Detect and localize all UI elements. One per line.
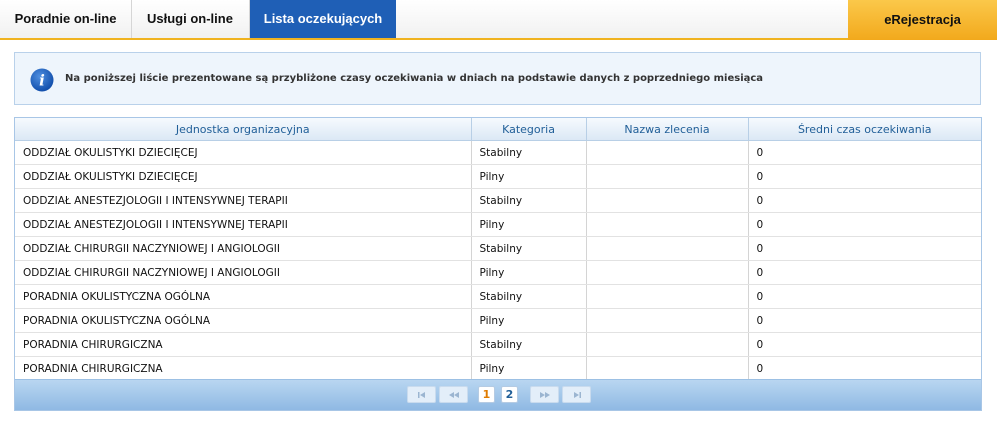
- table-row[interactable]: PORADNIA CHIRURGICZNA Pilny 0: [15, 356, 981, 381]
- cell-unit: ODDZIAŁ CHIRURGII NACZYNIOWEJ I ANGIOLOG…: [15, 260, 472, 285]
- column-header-avg-wait[interactable]: Średni czas oczekiwania: [748, 118, 981, 141]
- table-row[interactable]: ODDZIAŁ OKULISTYKI DZIECIĘCEJ Pilny 0: [15, 164, 981, 189]
- cell-unit: PORADNIA OKULISTYCZNA OGÓLNA: [15, 308, 472, 333]
- table-row[interactable]: ODDZIAŁ OKULISTYKI DZIECIĘCEJ Stabilny 0: [15, 140, 981, 165]
- cell-order-name: [586, 236, 749, 261]
- eregistration-button[interactable]: eRejestracja: [848, 0, 997, 40]
- waiting-list-table: Jednostka organizacyjna Kategoria Nazwa …: [15, 118, 981, 381]
- cell-category: Stabilny: [471, 332, 587, 357]
- cell-avg-wait: 0: [748, 212, 981, 237]
- cell-unit: ODDZIAŁ CHIRURGII NACZYNIOWEJ I ANGIOLOG…: [15, 236, 472, 261]
- cell-category: Pilny: [471, 308, 587, 333]
- page-1-button[interactable]: 1: [478, 386, 495, 403]
- tab-uslugi-online[interactable]: Usługi on-line: [131, 0, 250, 38]
- cell-category: Stabilny: [471, 236, 587, 261]
- waiting-list-grid: Jednostka organizacyjna Kategoria Nazwa …: [14, 117, 982, 411]
- cell-order-name: [586, 332, 749, 357]
- cell-avg-wait: 0: [748, 260, 981, 285]
- first-page-icon: [417, 392, 425, 398]
- column-header-category[interactable]: Kategoria: [471, 118, 587, 141]
- cell-category: Stabilny: [471, 284, 587, 309]
- cell-order-name: [586, 284, 749, 309]
- cell-unit: PORADNIA CHIRURGICZNA: [15, 356, 472, 381]
- cell-avg-wait: 0: [748, 188, 981, 213]
- table-row[interactable]: PORADNIA OKULISTYCZNA OGÓLNA Pilny 0: [15, 308, 981, 333]
- cell-unit: PORADNIA CHIRURGICZNA: [15, 332, 472, 357]
- cell-order-name: [586, 140, 749, 165]
- table-row[interactable]: PORADNIA OKULISTYCZNA OGÓLNA Stabilny 0: [15, 284, 981, 309]
- tab-poradnie-online[interactable]: Poradnie on-line: [0, 0, 132, 38]
- page-2-button[interactable]: 2: [501, 386, 518, 403]
- cell-order-name: [586, 188, 749, 213]
- tab-bar: Poradnie on-line Usługi on-line Lista oc…: [0, 0, 997, 40]
- cell-unit: ODDZIAŁ ANESTEZJOLOGII I INTENSYWNEJ TER…: [15, 188, 472, 213]
- cell-category: Pilny: [471, 164, 587, 189]
- cell-unit: PORADNIA OKULISTYCZNA OGÓLNA: [15, 284, 472, 309]
- prev-page-button[interactable]: [439, 386, 468, 403]
- svg-text:i: i: [39, 72, 45, 90]
- cell-order-name: [586, 260, 749, 285]
- info-box: i Na poniższej liście prezentowane są pr…: [14, 52, 981, 105]
- cell-order-name: [586, 308, 749, 333]
- tab-lista-oczekujacych[interactable]: Lista oczekujących: [250, 0, 396, 38]
- cell-avg-wait: 0: [748, 140, 981, 165]
- table-row[interactable]: PORADNIA CHIRURGICZNA Stabilny 0: [15, 332, 981, 357]
- pager: 1 2: [15, 379, 981, 410]
- next-page-icon: [539, 392, 550, 398]
- cell-category: Stabilny: [471, 140, 587, 165]
- cell-unit: ODDZIAŁ OKULISTYKI DZIECIĘCEJ: [15, 140, 472, 165]
- cell-unit: ODDZIAŁ OKULISTYKI DZIECIĘCEJ: [15, 164, 472, 189]
- prev-page-icon: [448, 392, 459, 398]
- cell-order-name: [586, 164, 749, 189]
- table-row[interactable]: ODDZIAŁ ANESTEZJOLOGII I INTENSYWNEJ TER…: [15, 188, 981, 213]
- table-header-row: Jednostka organizacyjna Kategoria Nazwa …: [15, 118, 981, 141]
- table-row[interactable]: ODDZIAŁ CHIRURGII NACZYNIOWEJ I ANGIOLOG…: [15, 260, 981, 285]
- cell-avg-wait: 0: [748, 236, 981, 261]
- table-row[interactable]: ODDZIAŁ CHIRURGII NACZYNIOWEJ I ANGIOLOG…: [15, 236, 981, 261]
- info-text: Na poniższej liście prezentowane są przy…: [65, 73, 764, 84]
- cell-order-name: [586, 356, 749, 381]
- cell-avg-wait: 0: [748, 284, 981, 309]
- column-header-order-name[interactable]: Nazwa zlecenia: [586, 118, 749, 141]
- next-page-button[interactable]: [530, 386, 559, 403]
- last-page-icon: [573, 392, 581, 398]
- cell-category: Pilny: [471, 356, 587, 381]
- table-row[interactable]: ODDZIAŁ ANESTEZJOLOGII I INTENSYWNEJ TER…: [15, 212, 981, 237]
- first-page-button[interactable]: [407, 386, 436, 403]
- column-header-unit[interactable]: Jednostka organizacyjna: [15, 118, 472, 141]
- cell-category: Pilny: [471, 260, 587, 285]
- cell-category: Pilny: [471, 212, 587, 237]
- cell-order-name: [586, 212, 749, 237]
- cell-category: Stabilny: [471, 188, 587, 213]
- info-icon: i: [30, 68, 54, 92]
- last-page-button[interactable]: [562, 386, 591, 403]
- cell-unit: ODDZIAŁ ANESTEZJOLOGII I INTENSYWNEJ TER…: [15, 212, 472, 237]
- cell-avg-wait: 0: [748, 356, 981, 381]
- cell-avg-wait: 0: [748, 308, 981, 333]
- cell-avg-wait: 0: [748, 332, 981, 357]
- cell-avg-wait: 0: [748, 164, 981, 189]
